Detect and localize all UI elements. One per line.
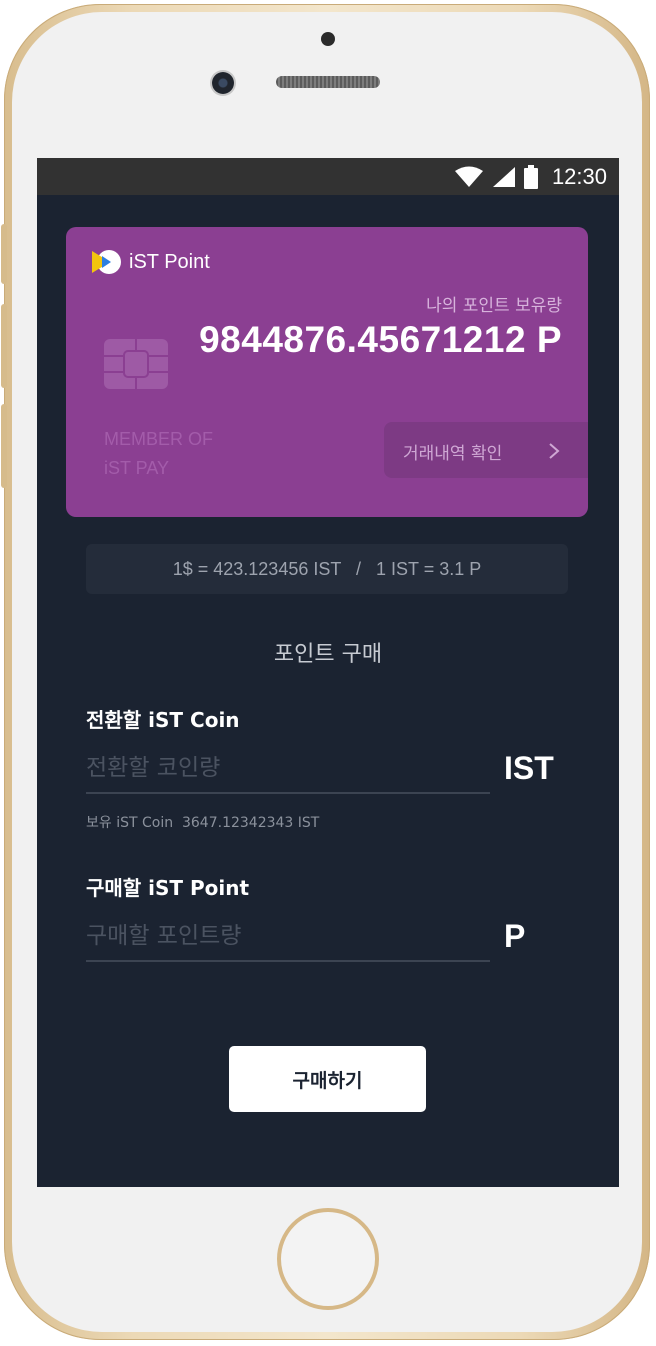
status-clock: 12:30 xyxy=(551,163,607,189)
status-bar: 12:30 xyxy=(37,158,619,195)
point-amount-input[interactable] xyxy=(86,912,490,962)
member-line-1: MEMBER OF xyxy=(104,429,214,449)
home-button[interactable] xyxy=(277,1208,379,1310)
front-camera xyxy=(212,72,234,94)
card-chip-icon xyxy=(104,339,168,389)
proximity-sensor xyxy=(321,32,335,46)
earpiece-speaker xyxy=(276,76,380,88)
coin-holding-text: 보유 iST Coin 3647.12342343 IST xyxy=(86,815,320,831)
app-screen: 12:30 iST Point 나의 포인트 보유량 9844876.45671… xyxy=(37,158,619,1187)
point-field-label: 구매할 iST Point xyxy=(86,876,250,900)
coin-field-label: 전환할 iST Coin xyxy=(86,708,240,732)
coin-unit-label: IST xyxy=(504,750,554,786)
volume-down-button xyxy=(1,404,7,488)
chevron-right-icon xyxy=(549,443,560,459)
ist-logo-icon xyxy=(92,250,121,274)
volume-up-button xyxy=(1,304,7,388)
member-line-2: iST PAY xyxy=(104,458,170,478)
point-unit-label: P xyxy=(504,918,526,954)
coin-amount-input[interactable] xyxy=(86,744,490,794)
transaction-history-label: 거래내역 확인 xyxy=(403,444,503,464)
wifi-icon xyxy=(454,166,483,187)
point-balance: 9844876.45671212 P xyxy=(199,319,562,360)
point-card: iST Point 나의 포인트 보유량 9844876.45671212 P … xyxy=(66,227,588,517)
balance-caption: 나의 포인트 보유량 xyxy=(426,296,562,316)
section-title-point-purchase: 포인트 구매 xyxy=(273,642,383,667)
card-brand-name: iST Point xyxy=(129,251,210,273)
exchange-rate-bar: 1$ = 423.123456 IST / 1 IST = 3.1 P xyxy=(86,544,568,594)
mute-switch xyxy=(1,224,7,284)
transaction-history-button[interactable]: 거래내역 확인 xyxy=(384,422,588,478)
purchase-button[interactable]: 구매하기 xyxy=(229,1046,426,1112)
battery-icon xyxy=(523,164,538,189)
member-text: MEMBER OF iST PAY xyxy=(104,425,213,483)
cellular-signal-icon xyxy=(492,166,515,187)
